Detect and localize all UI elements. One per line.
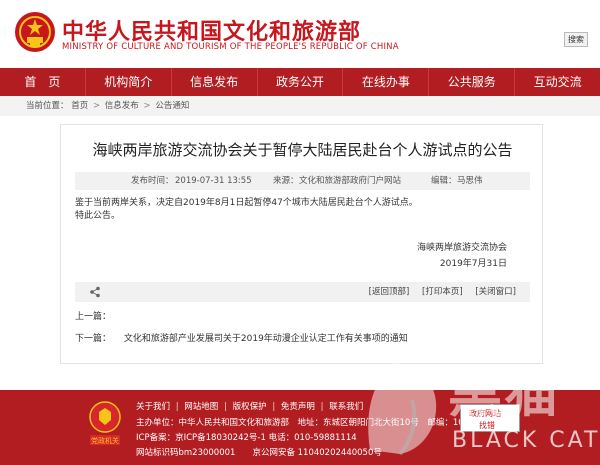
source-label: 来源： <box>273 176 299 186</box>
editor-label: 编辑： <box>431 176 457 186</box>
article-paragraph: 鉴于当前两岸关系，决定自2019年8月1日起暂停47个城市大陆居民赴台个人游试点… <box>75 198 418 208</box>
print-page-link[interactable]: [打印本页] <box>422 287 463 297</box>
site-title-english: MINISTRY OF CULTURE AND TOURISM OF THE P… <box>62 42 399 52</box>
prev-article-label: 上一篇： <box>75 312 112 322</box>
article-panel: 海峡两岸旅游交流协会关于暂停大陆居民赴台个人游试点的公告 发布时间： 2019-… <box>60 124 543 364</box>
next-article-link[interactable]: 文化和旅游部产业发展司关于2019年动漫企业认定工作有关事项的通知 <box>124 334 408 344</box>
gov-badge-label: 政府网站 <box>469 409 501 418</box>
nav-item-interaction[interactable]: 互动交流 <box>515 68 600 96</box>
breadcrumb-item-news[interactable]: 信息发布 <box>105 101 139 111</box>
article-body: 鉴于当前两岸关系，决定自2019年8月1日起暂停47个城市大陆居民赴台个人游试点… <box>75 197 535 223</box>
editor-value: 马思伟 <box>457 176 483 186</box>
share-icon[interactable] <box>89 286 101 298</box>
signature-org: 海峡两岸旅游交流协会 <box>416 243 507 253</box>
action-links: [返回顶部] [打印本页] [关闭窗口] <box>359 282 516 302</box>
next-article: 下一篇： 文化和旅游部产业发展司关于2019年动漫企业认定工作有关事项的通知 <box>75 331 408 344</box>
nav-item-public-services[interactable]: 公共服务 <box>429 68 516 96</box>
breadcrumb-separator: > <box>143 101 151 111</box>
next-article-label: 下一篇： <box>75 334 112 344</box>
publish-time-value: 2019-07-31 13:55 <box>175 176 252 186</box>
article-paragraph: 特此公告。 <box>75 211 121 221</box>
footer-icp: ICP备案：京ICP备18030242号-1 电话：010-59881114 <box>136 433 357 443</box>
nav-item-gov-affairs[interactable]: 政务公开 <box>258 68 344 96</box>
source-value: 文化和旅游部政府门户网站 <box>299 176 402 186</box>
signature-date: 2019年7月31日 <box>439 259 507 269</box>
site-footer: 党政机关 关于我们 | 网站地图 | 版权保护 | 免责声明 | 联系我们 主办… <box>0 390 600 465</box>
nav-item-home[interactable]: 首 页 <box>0 68 86 96</box>
main-nav: 首 页 机构简介 信息发布 政务公开 在线办事 公共服务 互动交流 <box>0 68 600 96</box>
breadcrumb: 当前位置： 首页 > 信息发布 > 公告通知 <box>0 96 600 116</box>
back-to-top-link[interactable]: [返回顶部] <box>369 287 410 297</box>
breadcrumb-separator: > <box>92 101 101 111</box>
national-emblem-icon <box>15 12 55 52</box>
article-title: 海峡两岸旅游交流协会关于暂停大陆居民赴台个人游试点的公告 <box>92 141 513 159</box>
gov-badge-sublabel: 找错 <box>479 421 495 430</box>
search-button[interactable]: 搜索 <box>564 32 588 47</box>
footer-link-sitemap[interactable]: 网站地图 <box>184 402 218 412</box>
nav-item-online-services[interactable]: 在线办事 <box>343 68 430 96</box>
footer-link-contact[interactable]: 联系我们 <box>329 402 363 412</box>
party-gov-badge-icon[interactable]: 党政机关 <box>88 400 122 446</box>
breadcrumb-item-notices[interactable]: 公告通知 <box>155 101 189 111</box>
badge-label: 党政机关 <box>91 436 119 445</box>
footer-link-disclaimer[interactable]: 免责声明 <box>281 402 315 412</box>
prev-article: 上一篇： <box>75 309 111 322</box>
breadcrumb-prefix: 当前位置： <box>26 101 69 111</box>
nav-item-about[interactable]: 机构简介 <box>86 68 172 96</box>
article-meta: 发布时间： 2019-07-31 13:55 来源： 文化和旅游部政府门户网站 … <box>75 172 530 190</box>
footer-links: 关于我们 | 网站地图 | 版权保护 | 免责声明 | 联系我们 <box>136 402 364 412</box>
breadcrumb-item-home[interactable]: 首页 <box>71 101 88 111</box>
footer-link-copyright[interactable]: 版权保护 <box>233 402 267 412</box>
footer-link-about[interactable]: 关于我们 <box>136 402 170 412</box>
gov-site-error-report-badge[interactable]: 政府网站 找错 <box>460 404 520 432</box>
nav-item-news[interactable]: 信息发布 <box>172 68 258 96</box>
site-header: 中华人民共和国文化和旅游部 MINISTRY OF CULTURE AND TO… <box>0 0 600 68</box>
footer-sponsor: 主办单位：中华人民共和国文化和旅游部 地址：东城区朝阳门北大街10号 邮编：10… <box>136 418 486 428</box>
article-action-bar: [返回顶部] [打印本页] [关闭窗口] <box>75 282 530 302</box>
publish-time-label: 发布时间： <box>131 176 174 186</box>
close-window-link[interactable]: [关闭窗口] <box>475 287 516 297</box>
footer-site-id: 网站标识码bm23000001 京公网安备 11040202440050号 <box>136 448 382 458</box>
